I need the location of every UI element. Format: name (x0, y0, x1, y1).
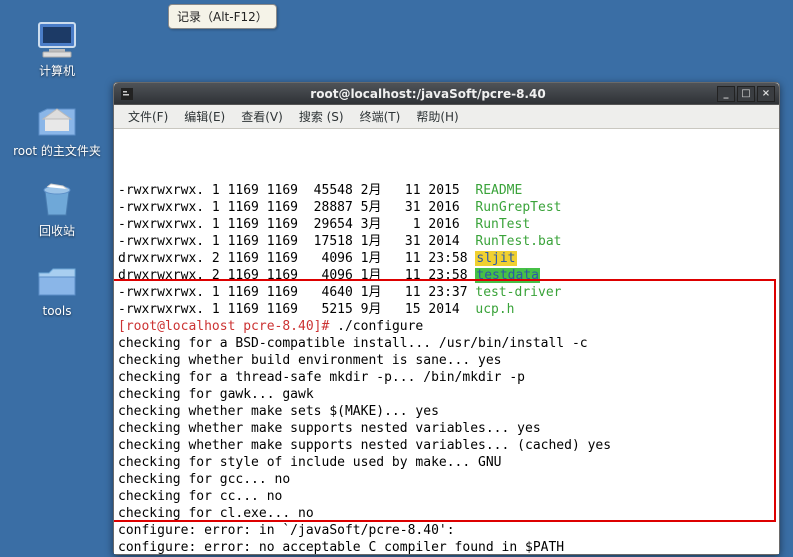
window-app-icon (120, 87, 134, 101)
configure-output-line: checking for cc... no (118, 488, 775, 505)
ls-line: -rwxrwxrwx. 1 1169 1169 45548 2月 11 2015… (118, 182, 775, 199)
terminal-window: root@localhost:/javaSoft/pcre-8.40 _ □ ×… (113, 82, 780, 555)
desktop-icon-label: 计算机 (12, 62, 102, 79)
ls-line: -rwxrwxrwx. 1 1169 1169 4640 1月 11 23:37… (118, 284, 775, 301)
ls-filename: RunGrepTest (475, 200, 561, 215)
configure-output-line: checking for a thread-safe mkdir -p... /… (118, 369, 775, 386)
configure-output-line: checking whether make supports nested va… (118, 420, 775, 437)
window-title: root@localhost:/javaSoft/pcre-8.40 (140, 87, 716, 101)
desktop-icon-computer[interactable]: 计算机 (12, 20, 102, 79)
ls-filename: sljit (475, 251, 516, 266)
folder-icon (33, 262, 81, 302)
close-button[interactable]: × (757, 86, 775, 102)
desktop-icon-label: tools (12, 304, 102, 318)
menu-view[interactable]: 查看(V) (233, 105, 291, 128)
ls-line: drwxrwxrwx. 2 1169 1169 4096 1月 11 23:58… (118, 267, 775, 284)
configure-output-line: checking whether make supports nested va… (118, 437, 775, 454)
menu-help[interactable]: 帮助(H) (408, 105, 466, 128)
configure-output-line: checking for style of include used by ma… (118, 454, 775, 471)
ls-line: -rwxrwxrwx. 1 1169 1169 17518 1月 31 2014… (118, 233, 775, 250)
terminal-body[interactable]: -rwxrwxrwx. 1 1169 1169 45548 2月 11 2015… (114, 129, 779, 554)
configure-output-line: checking whether make sets $(MAKE)... ye… (118, 403, 775, 420)
menubar: 文件(F) 编辑(E) 查看(V) 搜索 (S) 终端(T) 帮助(H) (114, 105, 779, 129)
ls-filename: README (475, 183, 522, 198)
menu-search[interactable]: 搜索 (S) (291, 105, 352, 128)
ls-filename: ucp.h (475, 302, 514, 317)
tooltip: 记录（Alt-F12） (168, 4, 277, 29)
prompt-line: [root@localhost pcre-8.40]# ./configure (118, 318, 775, 335)
ls-line: drwxrwxrwx. 2 1169 1169 4096 1月 11 23:58… (118, 250, 775, 267)
desktop-icon-home[interactable]: root 的主文件夹 (12, 100, 102, 159)
menu-terminal[interactable]: 终端(T) (352, 105, 409, 128)
configure-output-line: checking for cl.exe... no (118, 505, 775, 522)
menu-edit[interactable]: 编辑(E) (176, 105, 233, 128)
configure-output-line: checking for gawk... gawk (118, 386, 775, 403)
ls-line: -rwxrwxrwx. 1 1169 1169 28887 5月 31 2016… (118, 199, 775, 216)
minimize-button[interactable]: _ (717, 86, 735, 102)
desktop-icon-trash[interactable]: 回收站 (12, 180, 102, 239)
ls-line: -rwxrwxrwx. 1 1169 1169 5215 9月 15 2014 … (118, 301, 775, 318)
configure-output-line: checking whether build environment is sa… (118, 352, 775, 369)
desktop-icon-label: root 的主文件夹 (12, 142, 102, 159)
menu-file[interactable]: 文件(F) (120, 105, 176, 128)
configure-output-line: checking for gcc... no (118, 471, 775, 488)
trash-icon (33, 180, 81, 220)
ls-line: -rwxrwxrwx. 1 1169 1169 29654 3月 1 2016 … (118, 216, 775, 233)
configure-output-line: configure: error: no acceptable C compil… (118, 539, 775, 554)
configure-output-line: configure: error: in `/javaSoft/pcre-8.4… (118, 522, 775, 539)
home-folder-icon (33, 100, 81, 140)
titlebar[interactable]: root@localhost:/javaSoft/pcre-8.40 _ □ × (114, 83, 779, 105)
ls-filename: testdata (475, 268, 540, 283)
desktop-icon-tools[interactable]: tools (12, 262, 102, 318)
configure-output-line: checking for a BSD-compatible install...… (118, 335, 775, 352)
computer-icon (33, 20, 81, 60)
ls-filename: RunTest.bat (475, 234, 561, 249)
ls-filename: test-driver (475, 285, 561, 300)
ls-filename: RunTest (475, 217, 530, 232)
maximize-button[interactable]: □ (737, 86, 755, 102)
desktop-icon-label: 回收站 (12, 222, 102, 239)
